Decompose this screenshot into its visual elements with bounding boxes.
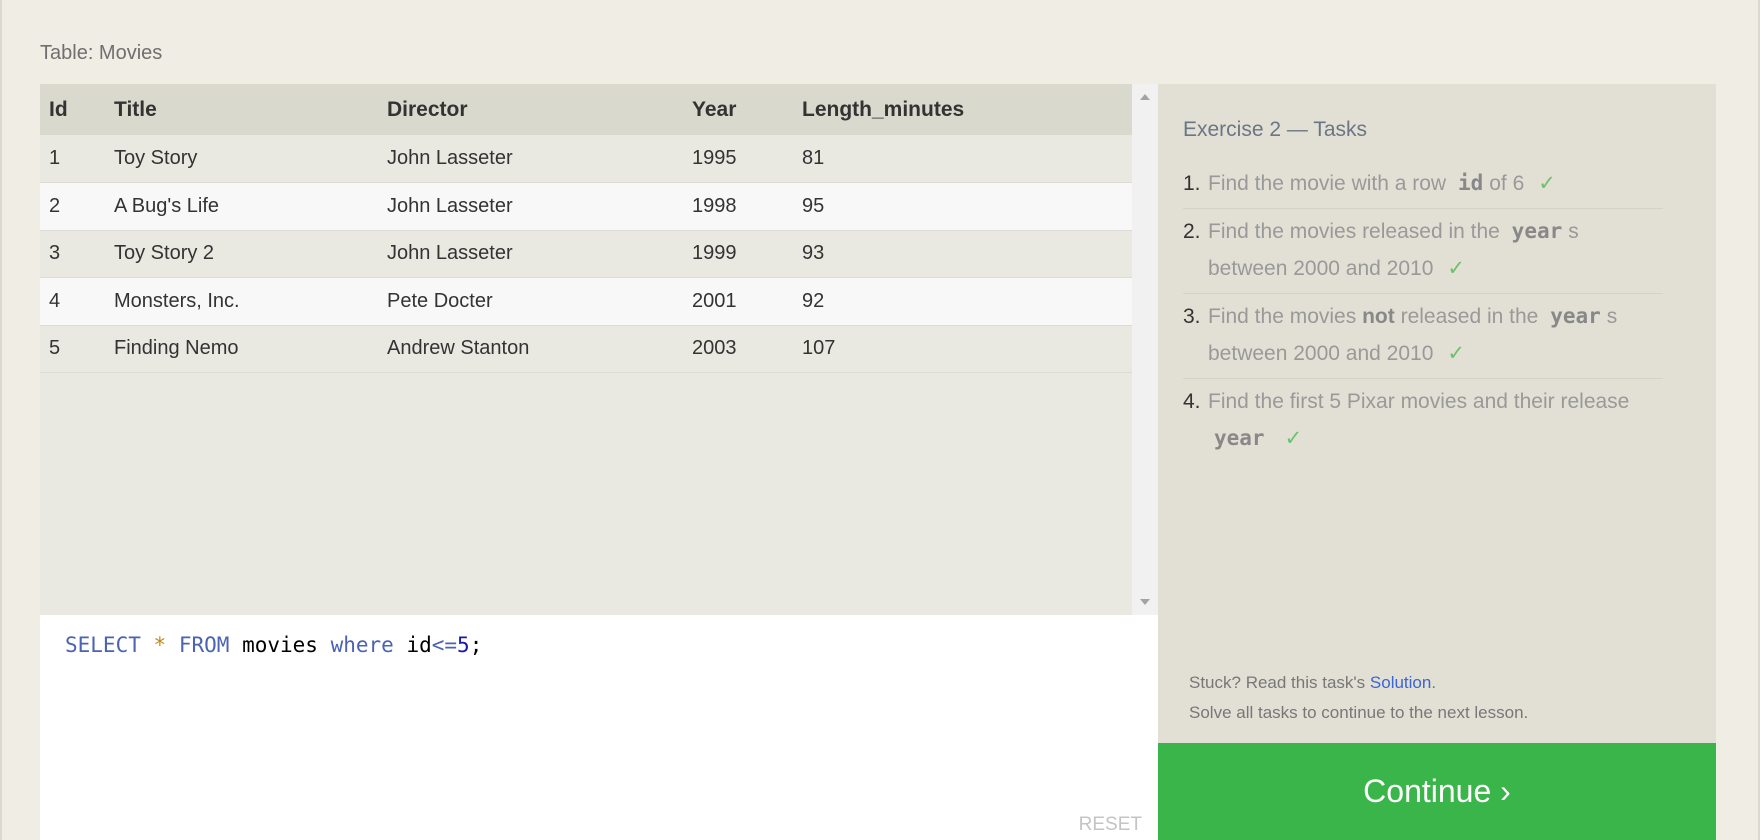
scroll-down-arrow-icon[interactable] xyxy=(1140,599,1150,605)
task-list: 1. Find the movie with a row id of 6 ✓ 2. Fi… xyxy=(1183,163,1663,465)
table-cell-title: Toy Story xyxy=(114,135,387,183)
scroll-up-arrow-icon[interactable] xyxy=(1140,94,1150,100)
task-number: 3. xyxy=(1183,305,1201,328)
task-number: 4. xyxy=(1183,390,1201,413)
sql-editor[interactable]: SELECT * FROM movies where id<=5; RESET xyxy=(40,615,1158,840)
table-row: 2A Bug's Life John Lasseter 1998 95 xyxy=(40,182,1132,231)
results-table-panel: Id Title Director Year Length_minutes 1T… xyxy=(40,84,1158,615)
table-row: 3 Toy Story 2 John Lasseter 1999 93 xyxy=(40,230,1132,278)
check-icon: ✓ xyxy=(1447,257,1465,280)
table-cell-length_minutes: 92 xyxy=(802,277,1132,326)
table-row: 4 Monsters, Inc. Pete Docter 2001 92 xyxy=(40,277,1132,326)
table-cell-title: Finding Nemo xyxy=(114,325,387,373)
task-text: Find the movies xyxy=(1208,305,1357,328)
keyword-select: SELECT xyxy=(65,633,141,657)
task-number: 1. xyxy=(1183,172,1201,195)
exercise-title: Exercise 2 — Tasks xyxy=(1183,118,1368,141)
table-cell-length_minutes: 107 xyxy=(802,325,1132,373)
task-code: year xyxy=(1214,426,1265,450)
tasks-panel: Exercise 2 — Tasks 1. Find the movie with… xyxy=(1158,84,1716,743)
table-row: 5 Finding Nemo Andrew Stanton 2003 107 xyxy=(40,325,1132,373)
table-cell-length_minutes: 95 xyxy=(802,182,1132,231)
table-cell-length_minutes: 93 xyxy=(802,230,1132,278)
table-cell-director: Pete Docter xyxy=(387,277,692,326)
solve-all-text: Solve all tasks to continue to the next … xyxy=(1189,703,1529,722)
table-cell-year: 2001 xyxy=(692,277,802,326)
table-cell-id: 2 xyxy=(40,182,114,231)
table-cell-year: 1999 xyxy=(692,230,802,278)
results-table: Id Title Director Year Length_minutes 1T… xyxy=(40,84,1132,373)
semicolon: ; xyxy=(469,633,483,657)
stuck-suffix: . xyxy=(1431,673,1437,692)
table-cell-id: 1 xyxy=(40,135,114,183)
stuck-text: Stuck? Read this task's xyxy=(1189,673,1366,692)
continue-button[interactable]: Continue › xyxy=(1158,743,1716,840)
task-text: released in the xyxy=(1400,305,1539,328)
task-text: Find the movie with a row xyxy=(1208,172,1447,195)
solution-link[interactable]: Solution xyxy=(1370,673,1431,692)
task-code: id xyxy=(1457,171,1484,195)
column-header-year: Year xyxy=(692,84,802,135)
task-number: 2. xyxy=(1183,220,1201,243)
task-bold: not xyxy=(1362,305,1395,328)
table-cell-year: 2003 xyxy=(692,325,802,373)
sql-query[interactable]: SELECT * FROM movies where id<=5; xyxy=(65,633,482,657)
column-header-id: Id xyxy=(40,84,114,135)
check-icon: ✓ xyxy=(1447,342,1465,365)
table-name: movies xyxy=(242,633,318,657)
table-label: Table: Movies xyxy=(40,42,163,64)
page-left-border xyxy=(0,0,2,840)
reset-button[interactable]: RESET xyxy=(1079,814,1142,836)
number: 5 xyxy=(457,633,470,657)
table-cell-title: Monsters, Inc. xyxy=(114,277,387,326)
table-cell-title: A Bug's Life xyxy=(114,182,387,231)
table-row: 1 Toy Story John Lasseter 1995 81 xyxy=(40,135,1132,183)
column-header-title: Title xyxy=(114,84,387,135)
check-icon: ✓ xyxy=(1538,172,1556,195)
operator: <= xyxy=(431,633,458,657)
table-cell-director: John Lasseter xyxy=(387,135,692,183)
table-header-row: Id Title Director Year Length_minutes xyxy=(40,84,1132,135)
keyword-from: FROM xyxy=(178,633,230,657)
task-item: 1. Find the movie with a row id of 6 ✓ xyxy=(1183,163,1663,209)
table-cell-id: 5 xyxy=(40,325,114,373)
column-header-director: Director xyxy=(387,84,692,135)
table-cell-director: John Lasseter xyxy=(387,230,692,278)
table-cell-id: 4 xyxy=(40,277,114,326)
task-text: of 6 xyxy=(1489,172,1525,195)
keyword-where: where xyxy=(330,633,394,657)
task-item: 4. Find the first 5 Pixar movies and thei… xyxy=(1183,381,1663,463)
task-code: year xyxy=(1511,219,1563,243)
table-scrollbar[interactable] xyxy=(1132,84,1158,615)
task-text: Find the first 5 Pixar movies and their … xyxy=(1208,390,1630,413)
star: * xyxy=(153,633,167,657)
task-text: Find the movies released in the xyxy=(1208,220,1500,243)
table-cell-director: John Lasseter xyxy=(387,182,692,231)
task-item: 2. Find the movies released in the year s … xyxy=(1183,211,1663,294)
task-item: 3. Find the movies not released in the ye… xyxy=(1183,296,1663,379)
help-text: Stuck? Read this task's Solution. Solve … xyxy=(1189,668,1528,728)
column-header-length: Length_minutes xyxy=(802,84,1132,135)
table-cell-director: Andrew Stanton xyxy=(387,325,692,373)
check-icon: ✓ xyxy=(1284,427,1303,450)
table-cell-year: 1995 xyxy=(692,135,802,183)
task-code: year xyxy=(1550,304,1601,328)
column-name: id xyxy=(406,633,432,657)
table-cell-year: 1998 xyxy=(692,182,802,231)
table-cell-id: 3 xyxy=(40,230,114,278)
table-cell-title: Toy Story 2 xyxy=(114,230,387,278)
table-cell-length_minutes: 81 xyxy=(802,135,1132,183)
